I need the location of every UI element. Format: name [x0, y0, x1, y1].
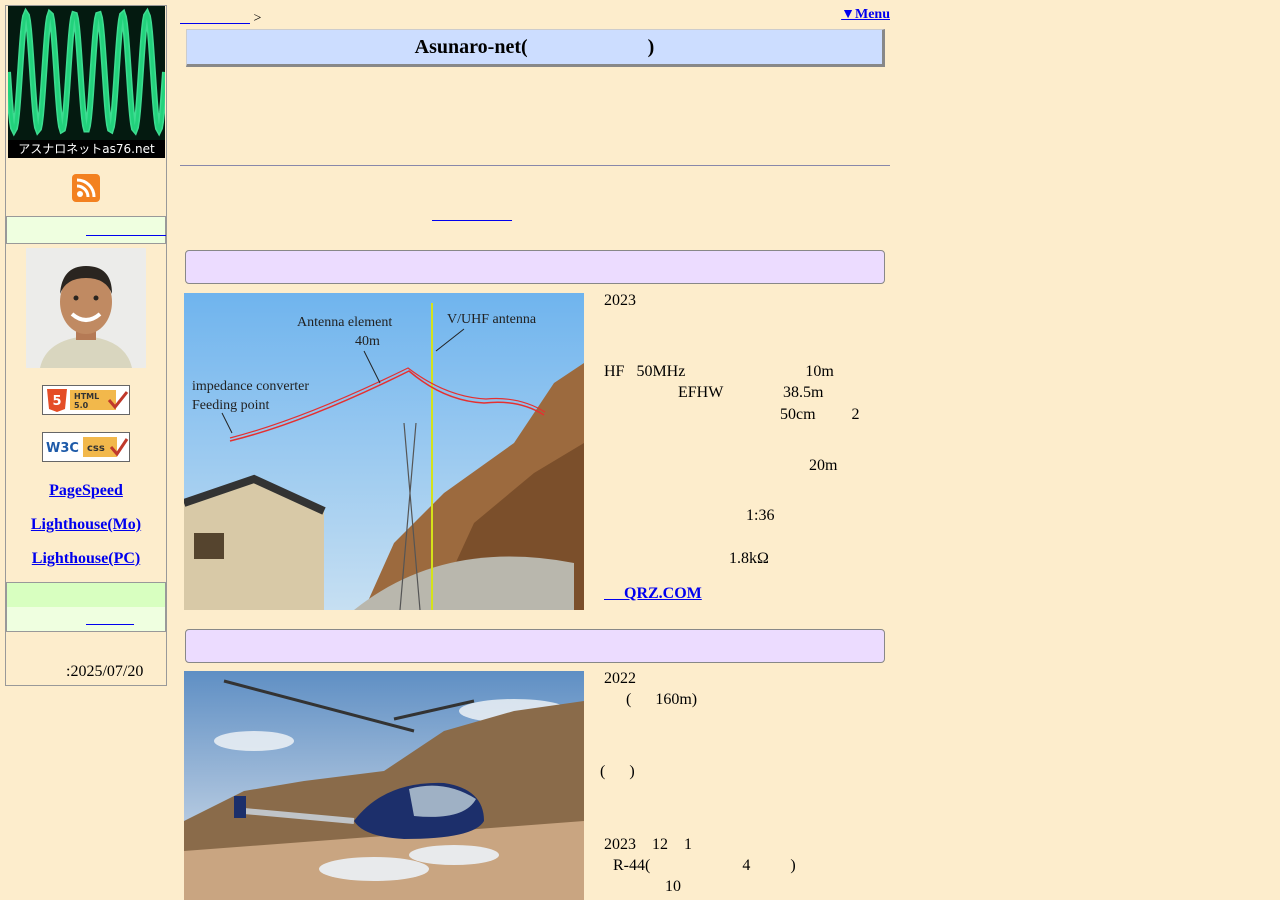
antenna-photo: Antenna element 40m V/UHF antenna impeda…: [184, 293, 584, 610]
section1-text-6: 1:36: [746, 507, 775, 524]
breadcrumb-separator: >: [250, 11, 262, 26]
section1-text-3: EFHW 38.5m: [678, 384, 824, 401]
section1-text-7: 1.8kΩ: [729, 550, 769, 567]
section1-text-2: HF 50MHz 10m: [604, 363, 834, 380]
sidebar-top-link-box: [6, 216, 166, 244]
last-updated: :2025/07/20: [66, 663, 144, 680]
section2-text-4: 2023 12 1: [604, 836, 692, 853]
svg-text:HTML: HTML: [74, 392, 99, 401]
page-title: Asunaro-net( ): [186, 29, 885, 67]
section1-text-5: 20m: [809, 457, 838, 474]
breadcrumb: >: [180, 7, 262, 27]
lighthouse-pc-link[interactable]: Lighthouse(PC): [6, 550, 166, 568]
css-valid-badge[interactable]: W3C css: [42, 432, 130, 462]
menu-link[interactable]: ▼Menu: [841, 7, 890, 23]
sidebar-bottom-box-header: [7, 583, 165, 607]
sidebar-bottom-box: [6, 582, 166, 632]
label-impedance-converter: impedance converter: [192, 379, 309, 394]
section1-text-4: 50cm 2: [780, 406, 860, 423]
sidebar-bottom-link[interactable]: [86, 610, 134, 627]
waveform-logo-graphic: [8, 6, 165, 158]
section2-text-2: ( 160m): [626, 691, 698, 708]
site-logo[interactable]: アスナロネットas76.net: [8, 6, 165, 158]
section1-heading: [185, 250, 885, 284]
lighthouse-mobile-link[interactable]: Lighthouse(Mo): [6, 516, 166, 534]
section2-text-1: 2022: [604, 670, 636, 687]
section2-text-6: 10: [665, 878, 681, 895]
label-vuhf-antenna: V/UHF antenna: [447, 312, 537, 327]
main-content: > ▼Menu Asunaro-net( ) Antenna element 4…: [180, 0, 890, 900]
svg-text:5.0: 5.0: [74, 401, 89, 410]
html5-valid-badge[interactable]: 5 HTML 5.0: [42, 385, 130, 415]
svg-text:css: css: [87, 443, 105, 454]
breadcrumb-home-link[interactable]: [180, 11, 250, 26]
svg-text:5: 5: [52, 394, 61, 409]
sidebar-top-link[interactable]: [86, 221, 166, 238]
label-feeding-point: Feeding point: [192, 398, 269, 413]
label-antenna-element: Antenna element: [297, 315, 392, 330]
center-link[interactable]: [432, 200, 512, 224]
logo-caption: アスナロネットas76.net: [8, 140, 165, 158]
sidebar-bottom-box-body: [7, 607, 165, 631]
helicopter-photo: [184, 671, 584, 900]
rss-icon[interactable]: [72, 174, 100, 202]
sidebar: アスナロネットas76.net 5 HTML 5.0 W3C css PageS…: [5, 5, 167, 686]
svg-text:W3C: W3C: [46, 441, 79, 456]
profile-photo: [26, 248, 146, 368]
section2-text-3: ( ): [600, 763, 635, 780]
pagespeed-link[interactable]: PageSpeed: [6, 482, 166, 500]
label-element-length: 40m: [355, 334, 380, 349]
section2-heading: [185, 629, 885, 663]
section1-text-1: 2023: [604, 292, 636, 309]
section2-text-5: R-44( 4 ): [613, 857, 796, 874]
qrz-link[interactable]: QRZ.COM: [604, 579, 702, 603]
divider: [180, 165, 890, 166]
